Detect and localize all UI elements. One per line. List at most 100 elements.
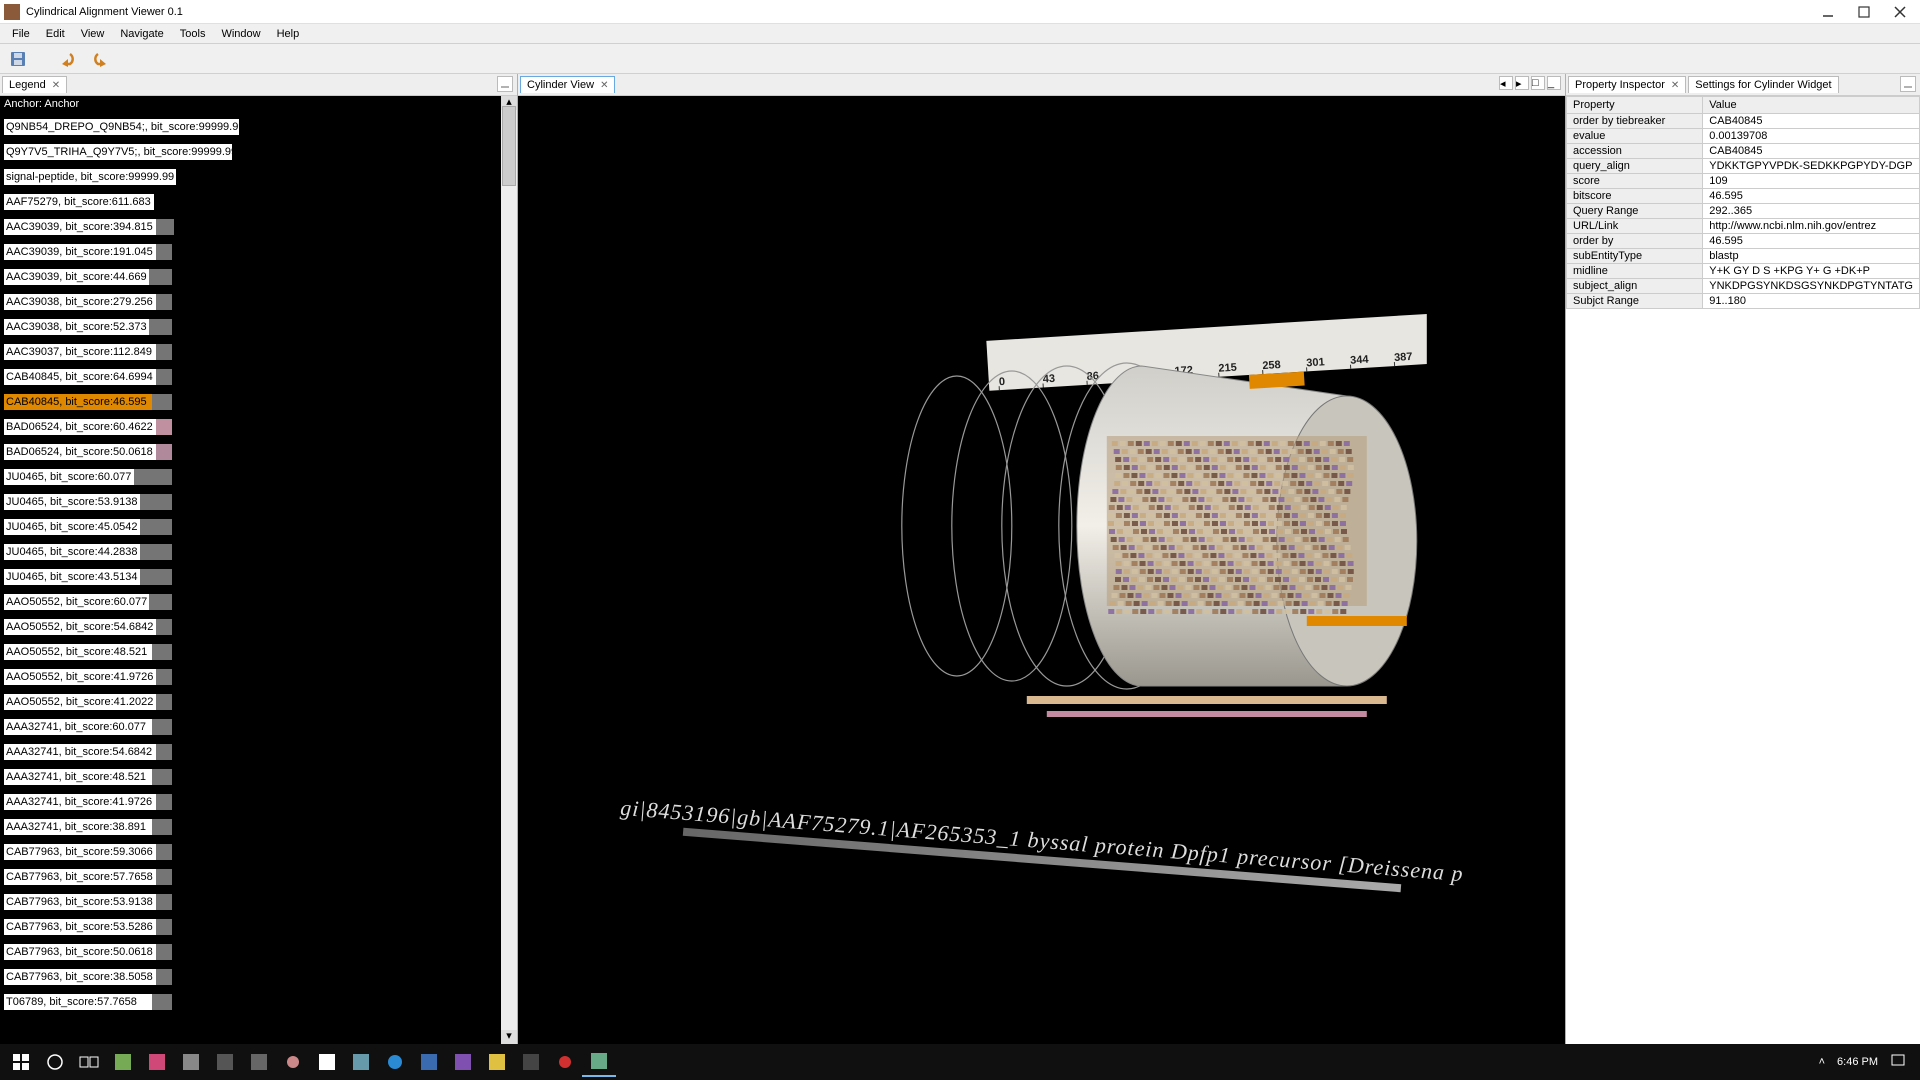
property-row[interactable]: score109 xyxy=(1567,174,1920,189)
taskbar-app-6-icon[interactable] xyxy=(276,1047,310,1077)
legend-row[interactable]: JU0465, bit_score:44.2838 xyxy=(0,537,501,562)
legend-row[interactable]: AAC39037, bit_score:112.849 xyxy=(0,337,501,362)
legend-row[interactable]: AAF75279, bit_score:611.683 xyxy=(0,187,501,212)
legend-row[interactable]: CAB77963, bit_score:53.9138 xyxy=(0,887,501,912)
legend-row[interactable]: JU0465, bit_score:60.077 xyxy=(0,462,501,487)
legend-row[interactable]: AAO50552, bit_score:41.2022 xyxy=(0,687,501,712)
taskbar-app-7-icon[interactable] xyxy=(310,1047,344,1077)
taskbar-app-1-icon[interactable] xyxy=(106,1047,140,1077)
close-button[interactable] xyxy=(1892,5,1908,19)
legend-row[interactable]: AAO50552, bit_score:60.077 xyxy=(0,587,501,612)
legend-row[interactable]: AAO50552, bit_score:48.521 xyxy=(0,637,501,662)
legend-row[interactable]: T06789, bit_score:57.7658 xyxy=(0,987,501,1012)
maximize-button[interactable] xyxy=(1856,5,1872,19)
property-row[interactable]: order by tiebreakerCAB40845 xyxy=(1567,114,1920,129)
tab-cylinder[interactable]: Cylinder View ✕ xyxy=(520,76,615,93)
legend-row[interactable]: AAO50552, bit_score:41.9726 xyxy=(0,662,501,687)
tray-time[interactable]: 6:46 PM xyxy=(1837,1056,1878,1068)
legend-row[interactable]: AAA32741, bit_score:60.077 xyxy=(0,712,501,737)
taskbar-app-9-icon[interactable] xyxy=(378,1047,412,1077)
tab-settings[interactable]: Settings for Cylinder Widget xyxy=(1688,76,1838,93)
property-row[interactable]: accessionCAB40845 xyxy=(1567,144,1920,159)
legend-row[interactable]: signal-peptide, bit_score:99999.99 xyxy=(0,162,501,187)
save-icon[interactable] xyxy=(6,47,30,71)
legend-row[interactable]: Q9Y7V5_TRIHA_Q9Y7V5;, bit_score:99999.99 xyxy=(0,137,501,162)
view-max-icon[interactable]: □ xyxy=(1531,76,1545,90)
menu-help[interactable]: Help xyxy=(269,26,308,42)
legend-row[interactable]: CAB77963, bit_score:53.5286 xyxy=(0,912,501,937)
legend-row[interactable]: JU0465, bit_score:45.0542 xyxy=(0,512,501,537)
legend-row[interactable]: AAA32741, bit_score:38.891 xyxy=(0,812,501,837)
menu-tools[interactable]: Tools xyxy=(172,26,214,42)
tray-notification-icon[interactable] xyxy=(1890,1053,1906,1072)
scroll-down-icon[interactable]: ▾ xyxy=(501,1030,517,1044)
legend-row[interactable]: JU0465, bit_score:43.5134 xyxy=(0,562,501,587)
panel-minimize-icon[interactable] xyxy=(1900,76,1916,92)
view-min-icon[interactable]: _ xyxy=(1547,76,1561,90)
taskbar-app-11-icon[interactable] xyxy=(446,1047,480,1077)
legend-row[interactable]: AAC39038, bit_score:52.373 xyxy=(0,312,501,337)
property-row[interactable]: subEntityTypeblastp xyxy=(1567,249,1920,264)
cortana-icon[interactable] xyxy=(38,1047,72,1077)
legend-row[interactable]: CAB77963, bit_score:50.0618 xyxy=(0,937,501,962)
property-row[interactable]: evalue0.00139708 xyxy=(1567,129,1920,144)
scroll-thumb[interactable] xyxy=(502,106,516,186)
legend-row[interactable]: CAB40845, bit_score:64.6994 xyxy=(0,362,501,387)
taskbar-app-5-icon[interactable] xyxy=(242,1047,276,1077)
taskbar-app-15-icon[interactable] xyxy=(582,1047,616,1077)
taskbar-app-8-icon[interactable] xyxy=(344,1047,378,1077)
legend-row[interactable]: AAO50552, bit_score:54.6842 xyxy=(0,612,501,637)
property-row[interactable]: Query Range292..365 xyxy=(1567,204,1920,219)
legend-row[interactable]: AAC39039, bit_score:191.045 xyxy=(0,237,501,262)
legend-row[interactable]: CAB77963, bit_score:59.3066 xyxy=(0,837,501,862)
redo-icon[interactable] xyxy=(88,47,112,71)
undo-icon[interactable] xyxy=(56,47,80,71)
col-property[interactable]: Property xyxy=(1567,97,1703,114)
taskbar-app-4-icon[interactable] xyxy=(208,1047,242,1077)
tab-property-inspector[interactable]: Property Inspector ✕ xyxy=(1568,76,1686,93)
tab-legend[interactable]: Legend ✕ xyxy=(2,76,67,93)
taskbar-app-13-icon[interactable] xyxy=(514,1047,548,1077)
legend-row[interactable]: AAC39039, bit_score:44.669 xyxy=(0,262,501,287)
property-row[interactable]: order by46.595 xyxy=(1567,234,1920,249)
property-row[interactable]: Subjct Range91..180 xyxy=(1567,294,1920,309)
menu-edit[interactable]: Edit xyxy=(38,26,73,42)
taskbar-app-12-icon[interactable] xyxy=(480,1047,514,1077)
taskbar-app-3-icon[interactable] xyxy=(174,1047,208,1077)
view-3d[interactable]: 04386129172215258301344387430 xyxy=(518,96,1565,1044)
legend-row[interactable]: AAA32741, bit_score:54.6842 xyxy=(0,737,501,762)
menu-navigate[interactable]: Navigate xyxy=(112,26,171,42)
close-icon[interactable]: ✕ xyxy=(600,80,608,91)
legend-row[interactable]: AAC39039, bit_score:394.815 xyxy=(0,212,501,237)
legend-row[interactable]: JU0465, bit_score:53.9138 xyxy=(0,487,501,512)
taskbar-app-2-icon[interactable] xyxy=(140,1047,174,1077)
view-prev-icon[interactable]: ◂ xyxy=(1499,76,1513,90)
property-row[interactable]: URL/Linkhttp://www.ncbi.nlm.nih.gov/entr… xyxy=(1567,219,1920,234)
legend-row[interactable]: BAD06524, bit_score:60.4622 xyxy=(0,412,501,437)
taskbar-app-14-icon[interactable] xyxy=(548,1047,582,1077)
menu-view[interactable]: View xyxy=(73,26,113,42)
legend-row[interactable]: CAB77963, bit_score:57.7658 xyxy=(0,862,501,887)
menu-window[interactable]: Window xyxy=(213,26,268,42)
property-row[interactable]: midlineY+K GY D S +KPG Y+ G +DK+P xyxy=(1567,264,1920,279)
panel-minimize-icon[interactable] xyxy=(497,76,513,92)
legend-scrollbar[interactable]: ▴ ▾ xyxy=(501,96,517,1044)
legend-row[interactable]: BAD06524, bit_score:50.0618 xyxy=(0,437,501,462)
legend-row[interactable]: AAC39038, bit_score:279.256 xyxy=(0,287,501,312)
taskview-icon[interactable] xyxy=(72,1047,106,1077)
property-row[interactable]: query_alignYDKKTGPYVPDK-SEDKKPGPYDY-DGP xyxy=(1567,159,1920,174)
legend-row[interactable]: Q9NB54_DREPO_Q9NB54;, bit_score:99999.99 xyxy=(0,112,501,137)
legend-row[interactable]: CAB40845, bit_score:46.595 xyxy=(0,387,501,412)
menu-file[interactable]: File xyxy=(4,26,38,42)
taskbar-app-10-icon[interactable] xyxy=(412,1047,446,1077)
tray-chevron-icon[interactable]: ˄ xyxy=(1819,1056,1825,1068)
property-row[interactable]: bitscore46.595 xyxy=(1567,189,1920,204)
property-row[interactable]: subject_alignYNKDPGSYNKDSGSYNKDPGTYNTATG xyxy=(1567,279,1920,294)
legend-row[interactable]: AAA32741, bit_score:41.9726 xyxy=(0,787,501,812)
col-value[interactable]: Value xyxy=(1703,97,1920,114)
start-icon[interactable] xyxy=(4,1047,38,1077)
legend-row[interactable]: CAB77963, bit_score:38.5058 xyxy=(0,962,501,987)
legend-row[interactable]: AAA32741, bit_score:48.521 xyxy=(0,762,501,787)
close-icon[interactable]: ✕ xyxy=(1671,80,1679,91)
minimize-button[interactable] xyxy=(1820,5,1836,19)
